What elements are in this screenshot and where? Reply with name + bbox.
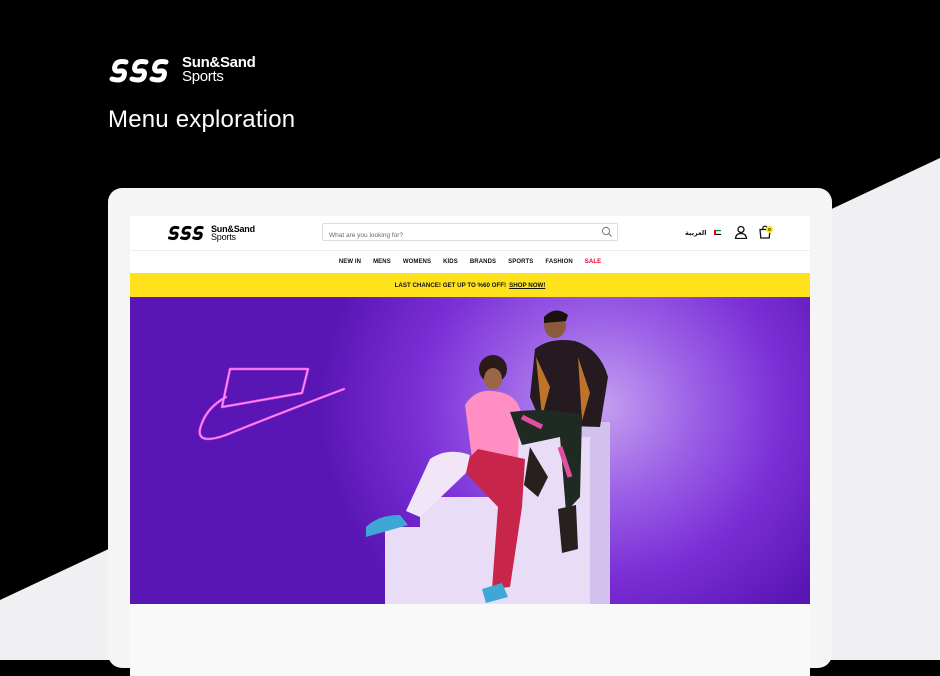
sss-logo-icon	[167, 225, 204, 241]
sss-logo-icon	[109, 59, 169, 83]
site-logo-line2: Sports	[211, 231, 236, 242]
uae-flag-icon[interactable]	[714, 230, 721, 235]
neon-swoosh-icon	[198, 367, 346, 441]
nav-new-in[interactable]: NEW IN	[333, 259, 367, 265]
device-mockup: Sun&Sand Sports العربية	[108, 188, 832, 676]
website-screen: Sun&Sand Sports العربية	[130, 216, 810, 676]
page-title: Menu exploration	[108, 106, 296, 133]
nav-fashion[interactable]: FASHION	[539, 259, 578, 265]
site-header: Sun&Sand Sports العربية	[130, 216, 810, 251]
brand-logo: Sun&Sand Sports	[108, 55, 256, 85]
nav-mens[interactable]: MENS	[367, 259, 397, 265]
main-navigation: NEW IN MENS WOMENS KIDS BRANDS SPORTS FA…	[130, 251, 810, 273]
nav-brands[interactable]: BRANDS	[464, 259, 502, 265]
site-logo[interactable]: Sun&Sand Sports	[167, 224, 255, 241]
nav-kids[interactable]: KIDS	[437, 259, 464, 265]
hero-banner[interactable]	[130, 297, 810, 604]
search-input[interactable]	[323, 227, 589, 244]
nav-sale[interactable]: SALE	[579, 259, 607, 265]
shop-now-link[interactable]: SHOP NOW!	[509, 282, 545, 289]
site-logo-name: Sun&Sand Sports	[211, 224, 255, 242]
nav-sports[interactable]: SPORTS	[502, 259, 539, 265]
nav-womens[interactable]: WOMENS	[397, 259, 437, 265]
hero-image	[198, 310, 610, 604]
content-area	[130, 604, 810, 676]
promo-banner: LAST CHANCE! GET UP TO %60 OFF! SHOP NOW…	[130, 273, 810, 297]
account-icon[interactable]	[734, 225, 748, 239]
search-icon[interactable]	[601, 226, 613, 238]
brand-name: Sun&Sand Sports	[182, 55, 256, 85]
cart-count-badge: 0	[766, 226, 773, 233]
search-bar	[322, 223, 618, 244]
language-switch[interactable]: العربية	[685, 229, 706, 237]
brand-name-line2: Sports	[182, 68, 224, 85]
promo-text: LAST CHANCE! GET UP TO %60 OFF!	[394, 281, 507, 289]
